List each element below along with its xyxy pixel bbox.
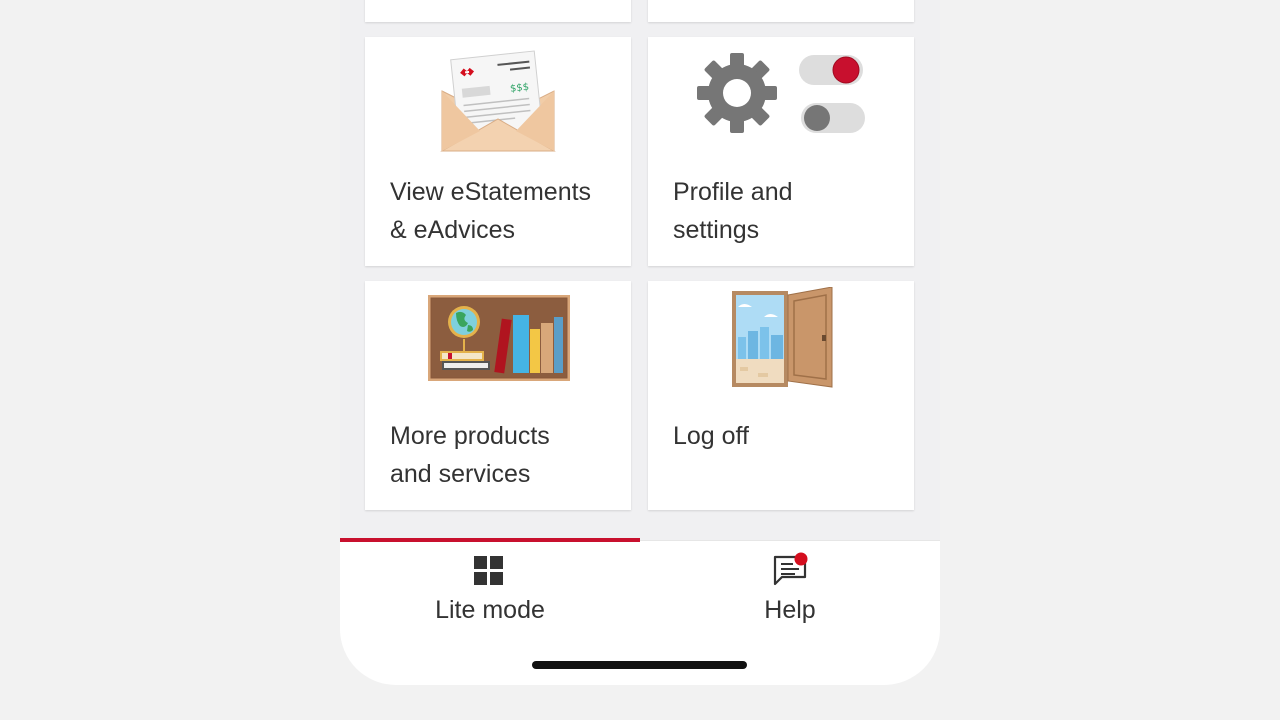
nav-help[interactable]: Help — [640, 541, 940, 641]
nav-label-help: Help — [764, 596, 816, 624]
home-indicator[interactable] — [532, 661, 747, 669]
tile-profile-settings[interactable]: Profile and settings — [648, 37, 914, 266]
tile-label-line: & eAdvices — [390, 216, 516, 244]
tile-label-line: settings — [673, 216, 760, 244]
tile-partial-left[interactable] — [365, 0, 631, 22]
tile-partial-right[interactable] — [648, 0, 914, 22]
tile-log-off[interactable]: Log off — [648, 281, 914, 510]
tile-label-products: More products and services — [390, 417, 620, 493]
chat-help-icon — [773, 552, 808, 586]
tile-label-line: View eStatements — [390, 178, 592, 206]
tile-view-estatements[interactable]: $$$ View eStatements & eAdvices — [365, 37, 631, 266]
grid-icon — [474, 556, 503, 585]
open-door-icon — [732, 287, 833, 388]
tile-label-line: Profile and — [673, 178, 793, 206]
nav-label-lite-mode: Lite mode — [435, 596, 545, 624]
tile-label-profile: Profile and settings — [673, 173, 903, 249]
notification-dot — [794, 552, 808, 566]
tile-more-products[interactable]: More products and services — [365, 281, 631, 510]
tile-label-line: and services — [390, 460, 531, 488]
nav-lite-mode[interactable]: Lite mode — [340, 541, 640, 641]
bookshelf-icon — [428, 295, 570, 381]
envelope-statement-icon: $$$ — [440, 50, 556, 152]
gear-toggles-icon — [697, 53, 865, 133]
svg-text:$$$: $$$ — [510, 82, 530, 95]
tile-label-estatements: View eStatements & eAdvices — [390, 173, 620, 249]
tile-label-line: More products — [390, 422, 550, 450]
bottom-navigation: Lite mode Help — [340, 538, 940, 685]
tile-label-line: Log off — [673, 422, 750, 450]
tile-label-logoff: Log off — [673, 417, 903, 455]
phone-screen: $$$ View eStatements & eAdvices Profile … — [340, 0, 940, 685]
